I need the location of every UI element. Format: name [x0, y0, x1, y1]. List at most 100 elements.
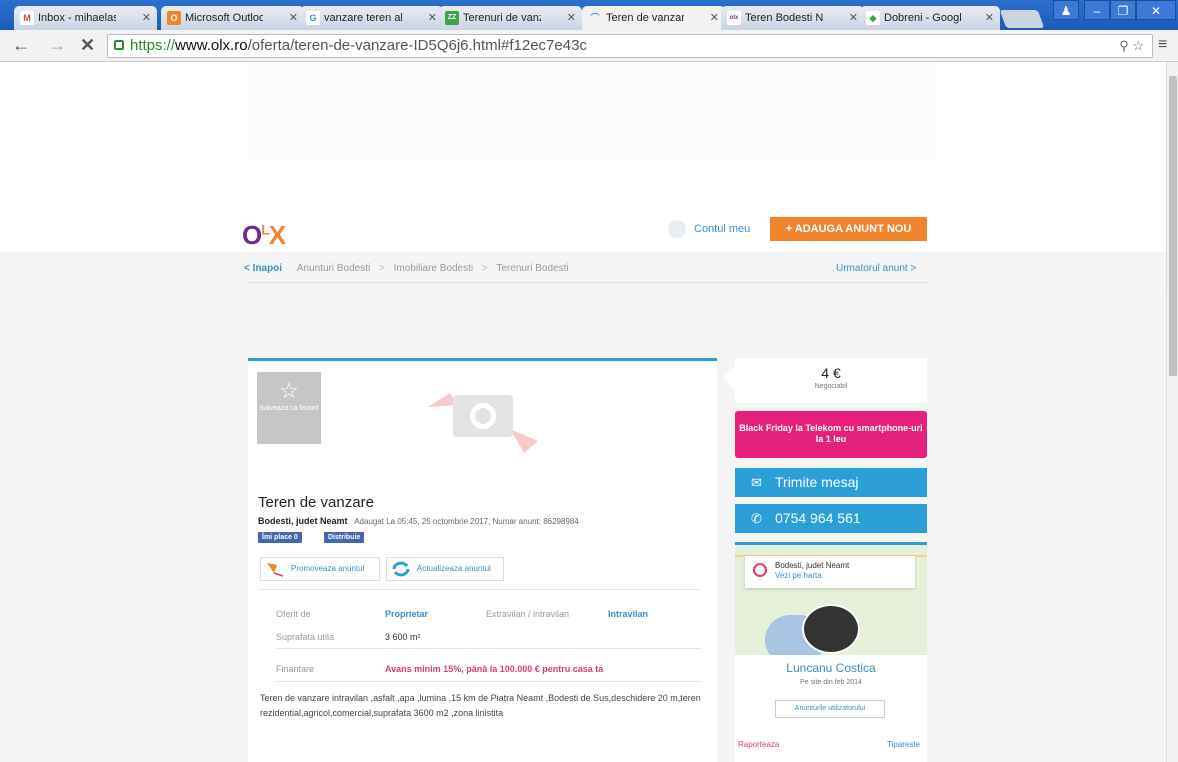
tab-dobreni-maps[interactable]: ◆ Dobreni - Google ✕	[860, 6, 1000, 30]
financing-value[interactable]: Avans minim 15%, până la 100.000 € pentr…	[385, 664, 603, 674]
tab-label: Teren Bodesti NE	[745, 12, 823, 24]
restore-button[interactable]: ❐	[1110, 0, 1136, 20]
account-label: Contul meu	[694, 223, 751, 235]
zoom-bookmark-icons[interactable]: ⚲ ☆	[1119, 35, 1144, 57]
new-tab-button[interactable]	[999, 10, 1045, 28]
tab-teren-de-vanzare[interactable]: ⌒ Teren de vanzare ✕	[582, 6, 725, 30]
refresh-icon	[392, 561, 410, 577]
account-link[interactable]: Contul meu	[668, 220, 751, 239]
nav-strip	[0, 252, 1166, 292]
user-icon	[668, 220, 686, 239]
map-thumbnail[interactable]: Bodesti, judet Neamt Vezi pe harta	[735, 545, 927, 655]
location-tag: Bodesti, judet Neamt Vezi pe harta	[745, 556, 915, 588]
offered-by-value[interactable]: Proprietar	[385, 609, 428, 619]
promote-ad-button[interactable]: Promoveaza anuntul	[260, 557, 380, 581]
close-window-button[interactable]: ✕	[1136, 0, 1176, 20]
divider	[248, 282, 928, 283]
zz-icon: ZZ	[445, 11, 459, 25]
url-host: www.olx.ro	[175, 37, 248, 54]
logo-letter-x: X	[268, 220, 286, 250]
promo-banner[interactable]: Black Friday la Telekom cu smartphone-ur…	[735, 411, 927, 458]
phone-button[interactable]: ✆ 0754 964 561	[735, 504, 927, 533]
breadcrumb-item[interactable]: Anunturi Bodesti	[297, 263, 370, 274]
price: 4 €	[821, 365, 841, 381]
facebook-like-button[interactable]: Îmi place 0	[258, 532, 302, 543]
price-box: 4 € Negociabil	[723, 358, 927, 403]
olx-icon: olx	[727, 11, 741, 25]
price-arrow	[723, 366, 735, 390]
refresh-label: Actualizeaza anuntul	[417, 564, 491, 573]
scroll-thumb[interactable]	[1169, 76, 1177, 376]
maps-icon: ◆	[866, 11, 880, 25]
location-pin-icon	[753, 563, 767, 577]
details-divider	[258, 589, 701, 590]
outlook-icon: O	[167, 11, 181, 25]
menu-icon[interactable]: ≡	[1158, 36, 1167, 54]
send-message-button[interactable]: ✉ Trimite mesaj	[735, 468, 927, 497]
address-bar[interactable]: https://www.olx.ro/oferta/teren-de-vanza…	[107, 34, 1153, 58]
browser-tabstrip: M Inbox - mihaelasl ✕ O Microsoft Outloo…	[0, 0, 1178, 30]
promote-label: Promoveaza anuntul	[291, 564, 365, 573]
envelope-icon: ✉	[751, 475, 762, 490]
member-since: Pe site din feb 2014	[800, 679, 862, 686]
lock-icon	[114, 40, 124, 50]
zone-value[interactable]: Intravilan	[608, 609, 648, 619]
user-ads-button[interactable]: Anunturile utilizatorului	[775, 700, 885, 718]
google-icon: G	[306, 11, 320, 25]
breadcrumb-sep: >	[481, 263, 488, 274]
breadcrumb-item[interactable]: Imobiliare Bodesti	[394, 263, 473, 274]
scrollbar[interactable]	[1166, 62, 1178, 762]
breadcrumb-item[interactable]: Terenuri Bodesti	[496, 263, 568, 274]
details-divider	[276, 648, 701, 649]
ad-added: Adaugat La 05:45, 25 octombrie 2017, Num…	[354, 517, 579, 526]
favorite-label: Salveaza ca favorit	[259, 405, 319, 412]
tab-gmail[interactable]: M Inbox - mihaelasl ✕	[14, 6, 157, 30]
url-path: /oferta/teren-de-vanzare-ID5Q6j6.html#f1…	[247, 37, 587, 54]
back-link[interactable]: < Inapoi	[244, 263, 282, 274]
close-tab-icon[interactable]: ✕	[849, 6, 858, 30]
close-tab-icon[interactable]: ✕	[428, 6, 437, 30]
next-ad-link[interactable]: Urmatorul anunt >	[836, 263, 916, 274]
ad-location[interactable]: Bodesti, judet Neamt	[258, 516, 348, 526]
add-ad-button[interactable]: + ADAUGA ANUNT NOU	[770, 217, 927, 241]
close-tab-icon[interactable]: ✕	[289, 6, 298, 30]
tab-outlook[interactable]: O Microsoft Outlool ✕	[161, 6, 304, 30]
olx-logo[interactable]: OLX	[242, 220, 286, 251]
map-location: Bodesti, judet Neamt	[775, 561, 850, 570]
breadcrumb-sep: >	[379, 263, 385, 274]
tab-terenuri[interactable]: ZZ Terenuri de vanz ✕	[439, 6, 582, 30]
offered-by-label: Oferit de	[276, 609, 311, 619]
avatar	[802, 604, 860, 654]
area-value: 3 600 m²	[385, 632, 421, 642]
ad-title: Teren de vanzare	[258, 494, 374, 511]
minimize-button[interactable]: –	[1084, 0, 1110, 20]
tab-label: Inbox - mihaelasl	[38, 12, 116, 24]
seller-name[interactable]: Luncanu Costica	[735, 661, 927, 675]
report-link[interactable]: Raporteaza	[738, 740, 779, 749]
tab-google-search[interactable]: G vanzare teren all ✕	[300, 6, 443, 30]
area-label: Suprafata utila	[276, 632, 335, 642]
close-tab-icon[interactable]: ✕	[142, 6, 151, 30]
view-map-link[interactable]: Vezi pe harta	[775, 571, 822, 580]
tab-teren-bodesti[interactable]: olx Teren Bodesti NE ✕	[721, 6, 864, 30]
forward-icon[interactable]: →	[48, 35, 66, 55]
favorite-button[interactable]: ☆ Salveaza ca favorit	[257, 372, 321, 444]
loading-icon: ⌒	[590, 13, 600, 23]
gmail-icon: M	[20, 11, 34, 25]
browser-toolbar: ← → ✕ https://www.olx.ro/oferta/teren-de…	[0, 30, 1178, 62]
close-tab-icon[interactable]: ✕	[567, 6, 576, 30]
facebook-share-button[interactable]: Distribuie	[324, 532, 365, 543]
back-icon[interactable]: ←	[12, 35, 30, 55]
location-card: Bodesti, judet Neamt Vezi pe harta Lunca…	[735, 542, 927, 762]
print-link[interactable]: Tipareste	[887, 740, 920, 749]
stop-icon[interactable]: ✕	[80, 35, 95, 55]
ad-description: Teren de vanzare intravilan ,asfalt ,apa…	[260, 693, 701, 718]
close-tab-icon[interactable]: ✕	[985, 6, 994, 30]
close-tab-icon[interactable]: ✕	[710, 6, 719, 30]
tab-label: Microsoft Outlool	[185, 12, 263, 24]
star-icon: ☆	[279, 378, 299, 403]
refresh-ad-button[interactable]: Actualizeaza anuntul	[386, 557, 504, 581]
user-icon[interactable]: ♟	[1053, 0, 1079, 20]
tab-label: Dobreni - Google	[884, 12, 962, 24]
zone-label: Extravilan / intravilan	[486, 609, 570, 619]
